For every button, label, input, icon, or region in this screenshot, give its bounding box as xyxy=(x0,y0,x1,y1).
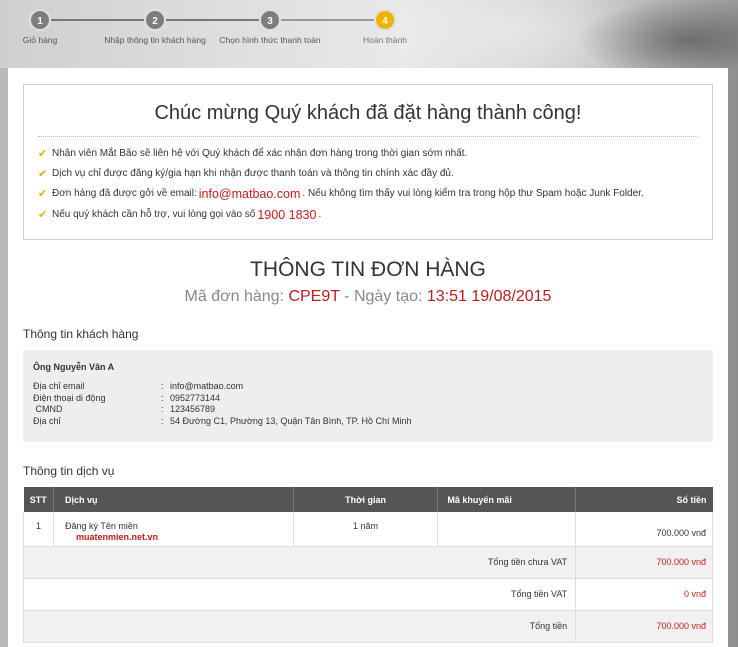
step-number: 3 xyxy=(259,9,281,31)
detail-value: 123456789 xyxy=(170,404,216,414)
col-service: Dịch vụ xyxy=(53,487,294,512)
step-label: Chọn hình thức thanh toán xyxy=(219,35,321,45)
detail-row: CMND : 123456789 xyxy=(33,404,412,416)
col-stt: STT xyxy=(23,487,54,512)
total-value: 700.000 vnđ xyxy=(575,610,713,643)
col-promo: Mã khuyến mãi xyxy=(437,487,577,512)
note-item: ✔ Nếu quý khách cần hỗ trợ, vui lòng gọi… xyxy=(38,204,698,225)
step-label: Giỏ hàng xyxy=(22,35,58,45)
checkout-steps: 1 Giỏ hàng 2 Nhập thông tin khách hàng 3… xyxy=(0,0,738,68)
total-label: Tổng tiền xyxy=(22,610,577,643)
detail-key: Điện thoại di động xyxy=(33,392,106,403)
detail-value: 54 Đường C1, Phường 13, Quận Tân Bình, T… xyxy=(170,415,412,426)
cell-stt: 1 xyxy=(23,512,54,547)
cell-promo xyxy=(437,512,577,547)
detail-value: 0952773144 xyxy=(170,392,221,403)
detail-colon: : xyxy=(161,404,164,414)
customer-details: Địa chỉ email : info@matbao.com Điện tho… xyxy=(33,381,412,427)
table-row: 1 Đăng ký Tên miền muatenmien.net.vn 1 n… xyxy=(23,512,713,547)
step-label: Hoàn thành xyxy=(363,35,407,45)
subtotal-value: 700.000 vnđ xyxy=(575,546,713,579)
check-icon: ✔ xyxy=(38,188,48,200)
table-header-row: STT Dịch vụ Thời gian Mã khuyến mãi Số t… xyxy=(23,487,713,512)
success-notes: ✔ Nhân viên Mắt Bão sẽ liên hệ với Quý k… xyxy=(38,143,698,225)
order-title: THÔNG TIN ĐƠN HÀNG xyxy=(250,258,486,281)
vat-value: 0 vnđ xyxy=(575,578,713,611)
cell-duration: 1 năm xyxy=(292,512,439,547)
note-item: ✔ Nhân viên Mắt Bão sẽ liên hệ với Quý k… xyxy=(38,143,698,163)
check-icon: ✔ xyxy=(38,209,48,221)
step-label: Nhập thông tin khách hàng xyxy=(104,35,206,45)
email-link[interactable]: info@matbao.com xyxy=(199,187,301,201)
step-number: 2 xyxy=(144,9,166,31)
check-icon: ✔ xyxy=(38,147,48,160)
note-text: Dịch vụ chỉ được đăng ký/gia hạn khi nhậ… xyxy=(52,167,454,179)
service-section-title: Thông tin dịch vụ xyxy=(23,464,115,478)
step-complete: 4 Hoàn thành xyxy=(325,9,445,45)
hotline-number[interactable]: 1900 1830 xyxy=(257,208,316,222)
detail-row: Điện thoại di động : 0952773144 xyxy=(33,393,412,405)
cell-service: Đăng ký Tên miền muatenmien.net.vn xyxy=(52,512,294,547)
detail-row: Địa chỉ email : info@matbao.com xyxy=(33,381,412,393)
note-text: . Nếu không tìm thấy vui lòng kiểm tra t… xyxy=(302,188,644,199)
note-text: . xyxy=(318,209,322,220)
check-icon: ✔ xyxy=(38,167,48,180)
main-panel: Chúc mừng Quý khách đã đặt hàng thành cô… xyxy=(8,68,728,647)
col-amount: Số tiền xyxy=(575,487,713,512)
note-item: ✔ Dịch vụ chỉ được đăng ký/gia hạn khi n… xyxy=(38,163,698,183)
customer-info-box: Ông Nguyễn Văn A Địa chỉ email : info@ma… xyxy=(23,350,713,442)
detail-colon: : xyxy=(161,381,164,391)
detail-key: Địa chỉ email xyxy=(33,381,85,391)
customer-name: Ông Nguyễn Văn A xyxy=(33,362,115,372)
detail-value: info@matbao.com xyxy=(170,381,244,391)
total-row: Tổng tiền 700.000 vnđ xyxy=(22,610,713,643)
vat-label: Tổng tiền VAT xyxy=(22,578,577,611)
vat-row: Tổng tiền VAT 0 vnđ xyxy=(22,578,713,611)
subtotal-row: Tổng tiền chưa VAT 700.000 vnđ xyxy=(22,546,713,579)
order-meta: Mã đơn hàng: CPE9T - Ngày tạo: 13:51 19/… xyxy=(8,288,728,306)
detail-colon: : xyxy=(161,392,164,403)
domain-name: muatenmien.net.vn xyxy=(75,532,158,542)
order-code-label: Mã đơn hàng: xyxy=(184,288,284,305)
divider xyxy=(38,136,698,137)
subtotal-label: Tổng tiền chưa VAT xyxy=(22,546,577,579)
cell-amount: 700.000 vnđ xyxy=(575,512,713,547)
col-duration: Thời gian xyxy=(293,487,439,512)
detail-colon: : xyxy=(161,415,164,426)
customer-section-title: Thông tin khách hàng xyxy=(23,327,139,341)
note-text: Đơn hàng đã được gởi về email: xyxy=(52,188,197,199)
note-item: ✔ Đơn hàng đã được gởi về email: info@ma… xyxy=(38,183,698,204)
service-table: STT Dịch vụ Thời gian Mã khuyến mãi Số t… xyxy=(22,487,713,643)
order-date-label: Ngày tạo: xyxy=(353,288,423,305)
step-customer-info[interactable]: 2 Nhập thông tin khách hàng xyxy=(95,9,215,45)
note-text: Nếu quý khách cần hỗ trợ, vui lòng gọi v… xyxy=(52,209,256,220)
success-title: Chúc mừng Quý khách đã đặt hàng thành cô… xyxy=(154,102,582,124)
detail-key: Địa chỉ xyxy=(33,415,61,426)
step-number: 4 xyxy=(374,9,396,31)
order-code: CPE9T xyxy=(288,288,340,305)
step-cart[interactable]: 1 Giỏ hàng xyxy=(0,9,100,45)
step-payment[interactable]: 3 Chọn hình thức thanh toán xyxy=(210,9,330,45)
separator: - xyxy=(344,288,350,305)
order-date: 13:51 19/08/2015 xyxy=(426,288,552,305)
note-text: Nhân viên Mắt Bão sẽ liên hệ với Quý khá… xyxy=(52,147,468,159)
detail-row: Địa chỉ : 54 Đường C1, Phường 13, Quận T… xyxy=(33,416,412,428)
service-name: Đăng ký Tên miền xyxy=(64,521,138,531)
detail-key: CMND xyxy=(33,404,63,414)
success-box: Chúc mừng Quý khách đã đặt hàng thành cô… xyxy=(23,84,713,240)
step-number: 1 xyxy=(29,9,51,31)
